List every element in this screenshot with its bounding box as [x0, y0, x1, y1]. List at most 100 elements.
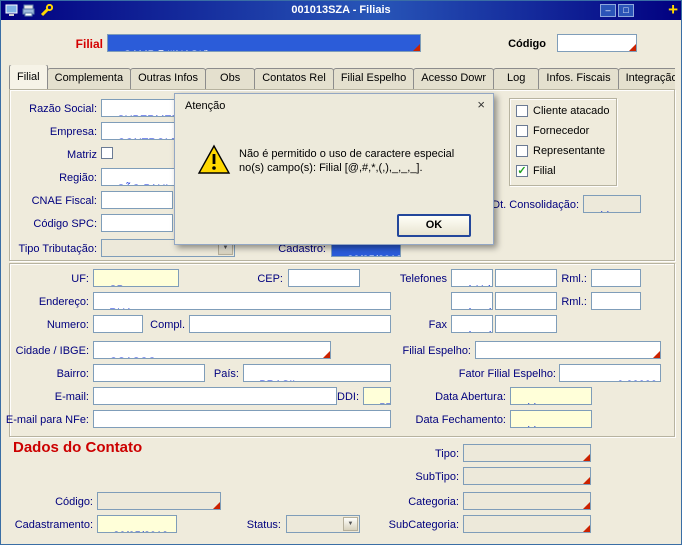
representante-label: Representante — [533, 145, 606, 157]
lookup-mark — [583, 525, 590, 532]
tab-filial-espelho[interactable]: Filial Espelho — [332, 68, 415, 89]
data-abertura-field[interactable]: / / — [510, 387, 592, 405]
fax-field[interactable] — [495, 315, 557, 333]
ddi-field[interactable]: 55 — [363, 387, 391, 405]
tab-bar: Filial Complementa Outras Infos Obs Cont… — [9, 65, 675, 89]
subtipo-label: SubTipo: — [415, 471, 459, 483]
chevron-down-icon[interactable]: ▼ — [343, 517, 358, 531]
matriz-checkbox[interactable] — [101, 147, 113, 159]
lookup-mark — [323, 351, 330, 358]
cidade-ibge-value: OSASCO — [109, 356, 156, 358]
status-label: Status: — [246, 519, 281, 531]
dados-do-contato-title: Dados do Contato — [13, 439, 143, 456]
tab-infos-fiscais[interactable]: Infos. Fiscais — [538, 68, 619, 89]
uf-field[interactable]: SP — [93, 269, 179, 287]
cadastramento-label: Cadastramento: — [14, 519, 93, 531]
numero-label: Numero: — [46, 319, 89, 331]
fax-label: Fax — [428, 319, 447, 331]
ddi-value: 55 — [379, 402, 390, 404]
tipo-field[interactable] — [463, 444, 591, 462]
tab-integracao[interactable]: Integração E — [617, 68, 675, 89]
empresa-label: Empresa: — [49, 126, 97, 138]
codigo-field[interactable] — [557, 34, 637, 52]
ddi-label: DDI: — [337, 391, 359, 403]
filial-espelho-field[interactable] — [475, 341, 661, 359]
fornecedor-checkbox[interactable] — [516, 125, 528, 137]
codigo-spc-field[interactable] — [101, 214, 173, 232]
telefones-label: Telefones — [399, 273, 447, 285]
data-fechamento-value: / / — [526, 425, 535, 427]
pais-label: País: — [213, 368, 239, 380]
ok-button[interactable]: OK — [397, 214, 471, 237]
filial-espelho-label: Filial Espelho: — [402, 345, 471, 357]
endereco-label: Endereço: — [38, 296, 89, 308]
telefone2-ddd-field[interactable]: ( ) — [451, 292, 493, 310]
cnae-fiscal-label: CNAE Fiscal: — [31, 195, 97, 207]
cadastramento-field[interactable]: 30/05/2019 — [97, 515, 177, 533]
status-dropdown[interactable]: ▼ — [286, 515, 360, 533]
telefone-ddd-field[interactable]: ( 11 ) — [451, 269, 493, 287]
cidade-ibge-label: Cidade / IBGE: — [15, 345, 89, 357]
fator-filial-espelho-value: 0.00000 — [617, 379, 657, 381]
filial-checkbox-label: Filial — [533, 165, 556, 177]
tab-filial[interactable]: Filial — [9, 65, 48, 89]
compl-label: Compl. — [150, 319, 185, 331]
numero-field[interactable] — [93, 315, 143, 333]
contato-codigo-field[interactable] — [97, 492, 221, 510]
lookup-mark — [653, 351, 660, 358]
matriz-label: Matriz — [67, 149, 97, 161]
rml1-field[interactable] — [591, 269, 641, 287]
fator-filial-espelho-label: Fator Filial Espelho: — [458, 368, 556, 380]
dialog-message-line1: Não é permitido o uso de caractere espec… — [239, 148, 455, 160]
tab-complementa[interactable]: Complementa — [46, 68, 132, 89]
endereco-value: RUA — [109, 307, 132, 309]
fornecedor-label: Fornecedor — [533, 125, 590, 137]
categoria-field[interactable] — [463, 492, 591, 510]
lookup-mark — [583, 502, 590, 509]
fator-filial-espelho-field[interactable]: 0.00000 — [559, 364, 661, 382]
fax-ddd-field[interactable]: ( ) — [451, 315, 493, 333]
endereco-field[interactable]: RUA — [93, 292, 391, 310]
razao-social-label: Razão Social: — [29, 103, 97, 115]
tab-acesso-down[interactable]: Acesso Dowr — [413, 68, 495, 89]
warning-dialog: Atenção × Não é permitido o uso de carac… — [174, 93, 494, 245]
filial-checkbox[interactable]: ✓ — [516, 165, 528, 177]
data-fechamento-field[interactable]: / / — [510, 410, 592, 428]
tab-contatos-rel[interactable]: Contatos Rel — [254, 68, 334, 89]
lookup-mark — [629, 44, 636, 51]
dt-consolidacao-field[interactable]: / / — [583, 195, 641, 213]
email-field[interactable] — [93, 387, 337, 405]
cadastramento-value: 30/05/2019 — [113, 530, 168, 532]
minimize-button[interactable]: – — [600, 4, 616, 17]
compl-field[interactable] — [189, 315, 391, 333]
tab-outras-infos[interactable]: Outras Infos — [130, 68, 207, 89]
filial-field[interactable]: CAMP@#INAS*() — [107, 34, 421, 52]
representante-checkbox[interactable] — [516, 145, 528, 157]
email-nfe-field[interactable] — [93, 410, 391, 428]
lookup-mark — [413, 44, 420, 51]
pais-field[interactable]: BRASIL — [243, 364, 391, 382]
cep-field[interactable] — [288, 269, 360, 287]
dialog-title: Atenção — [185, 100, 226, 112]
plus-icon[interactable]: + — [668, 1, 678, 20]
bairro-field[interactable] — [93, 364, 205, 382]
dialog-message-line2: no(s) campo(s): Filial [@,#,*,(,),_,_,_]… — [239, 162, 423, 174]
lookup-mark — [583, 477, 590, 484]
lookup-mark — [213, 502, 220, 509]
cliente-atacado-checkbox[interactable] — [516, 105, 528, 117]
tab-log[interactable]: Log — [493, 68, 540, 89]
filial-label: Filial — [75, 37, 103, 51]
cnae-fiscal-field[interactable] — [101, 191, 173, 209]
close-icon[interactable]: × — [477, 98, 485, 112]
title-bar: 001013SZA - Filiais – □ + — [1, 1, 681, 20]
subcategoria-field[interactable] — [463, 515, 591, 533]
fax-ddd-value: ( ) — [467, 330, 492, 332]
contato-codigo-label: Código: — [55, 496, 93, 508]
warning-icon — [197, 144, 231, 175]
tab-obs[interactable]: Obs — [205, 68, 256, 89]
cidade-ibge-field[interactable]: OSASCO — [93, 341, 331, 359]
maximize-button[interactable]: □ — [618, 4, 634, 17]
rml2-field[interactable] — [591, 292, 641, 310]
data-abertura-value: / / — [526, 402, 535, 404]
subtipo-field[interactable] — [463, 467, 591, 485]
